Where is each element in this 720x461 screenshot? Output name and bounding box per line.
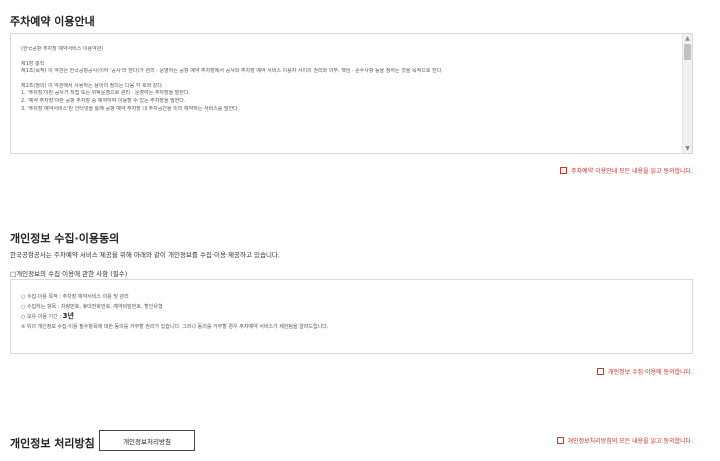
privacy-content: ○ 수집·이용 목적 : 주차장 예약서비스 이용 및 관리 ○ 수집하는 항목… (21, 293, 328, 332)
terms-line: 제2조(정의) 이 약관에서 사용하는 용어의 정의는 다음 각 호와 같다. (21, 82, 164, 89)
policy-agree-label: 개인정보처리방침의 모든 내용을 읽고 동의합니다. (567, 438, 693, 445)
privacy-policy-button[interactable]: 개인정보처리방침 (99, 430, 195, 451)
privacy-policy-title: 개인정보 처리방침 (10, 437, 95, 450)
checkbox-icon[interactable] (556, 437, 564, 444)
scroll-up-icon[interactable]: ▲ (683, 34, 692, 43)
refusal-notice: ※ 위의 개인정보 수집·이용 필수항목에 대한 동의를 거부할 권리가 있습니… (21, 323, 329, 330)
privacy-intro-text: 한국공항공사는 주차예약 서비스 제공을 위해 아래와 같이 개인정보를 수집·… (10, 251, 280, 259)
privacy-agree-checkbox[interactable]: 개인정보 수집·이용에 동의합니다. (597, 367, 693, 376)
terms-line: 1. '주차장'이란 공사가 직접 또는 위탁운영으로 관리 · 운영하는 주차… (21, 90, 191, 97)
scroll-down-icon[interactable]: ▼ (683, 144, 692, 153)
scrollbar[interactable]: ▲ ▼ (682, 34, 692, 153)
terms-content: (한국공항 주차장 예약서비스 이용약관) 제1장 총칙 제1조(목적) 이 약관은… (21, 46, 672, 113)
terms-spacer (21, 54, 672, 61)
checkbox-icon[interactable] (597, 368, 605, 375)
terms-textarea[interactable]: (한국공항 주차장 예약서비스 이용약관) 제1장 총칙 제1조(목적) 이 약관은… (10, 33, 693, 154)
parking-reservation-guide-title: 주차예약 이용안내 (10, 15, 95, 28)
terms-line: (한국공항 주차장 예약서비스 이용약관) (21, 46, 104, 52)
retention-period: ○ 보유·이용 기간 : 3년 (21, 312, 328, 323)
purpose-item: ○ 수집·이용 목적 : 주차장 예약서비스 이용 및 관리 (21, 294, 129, 300)
terms-line: 제1조(목적) 이 약관은 한국공항공사(이하 '공사'라 한다)가 관리 · … (21, 68, 443, 75)
terms-line: 제1장 총칙 (21, 60, 45, 67)
privacy-consent-title: 개인정보 수집·이용동의 (10, 232, 120, 245)
terms-line: 2. '예약 주차장'이란 공항 주차장 중 예약하여 이용할 수 있는 주차장… (21, 97, 186, 104)
terms-spacer (21, 76, 672, 83)
terms-agree-label: 주차예약 이용안내 모든 내용을 읽고 동의합니다. (571, 168, 693, 175)
collected-items: ○ 수집하는 항목 : 차량번호, 휴대전화번호, 예약비밀번호, 할인유형 (21, 303, 163, 310)
terms-line: 3. '주차장 예약서비스'란 인터넷을 통해 공항 예약 주차장 내 주차공간… (21, 105, 240, 112)
policy-agree-checkbox[interactable]: 개인정보처리방침의 모든 내용을 읽고 동의합니다. (556, 436, 693, 445)
checkbox-icon[interactable] (560, 167, 568, 174)
scroll-thumb[interactable] (684, 44, 691, 60)
retention-label: ○ 보유·이용 기간 : (21, 314, 63, 320)
retention-value: 3년 (62, 312, 74, 320)
privacy-subtitle: □개인정보의 수집·이용에 관한 사항 (필수) (10, 270, 128, 278)
terms-agree-checkbox[interactable]: 주차예약 이용안내 모든 내용을 읽고 동의합니다. (560, 166, 693, 175)
privacy-info-box: ○ 수집·이용 목적 : 주차장 예약서비스 이용 및 관리 ○ 수집하는 항목… (10, 279, 693, 354)
privacy-agree-label: 개인정보 수집·이용에 동의합니다. (608, 369, 693, 376)
